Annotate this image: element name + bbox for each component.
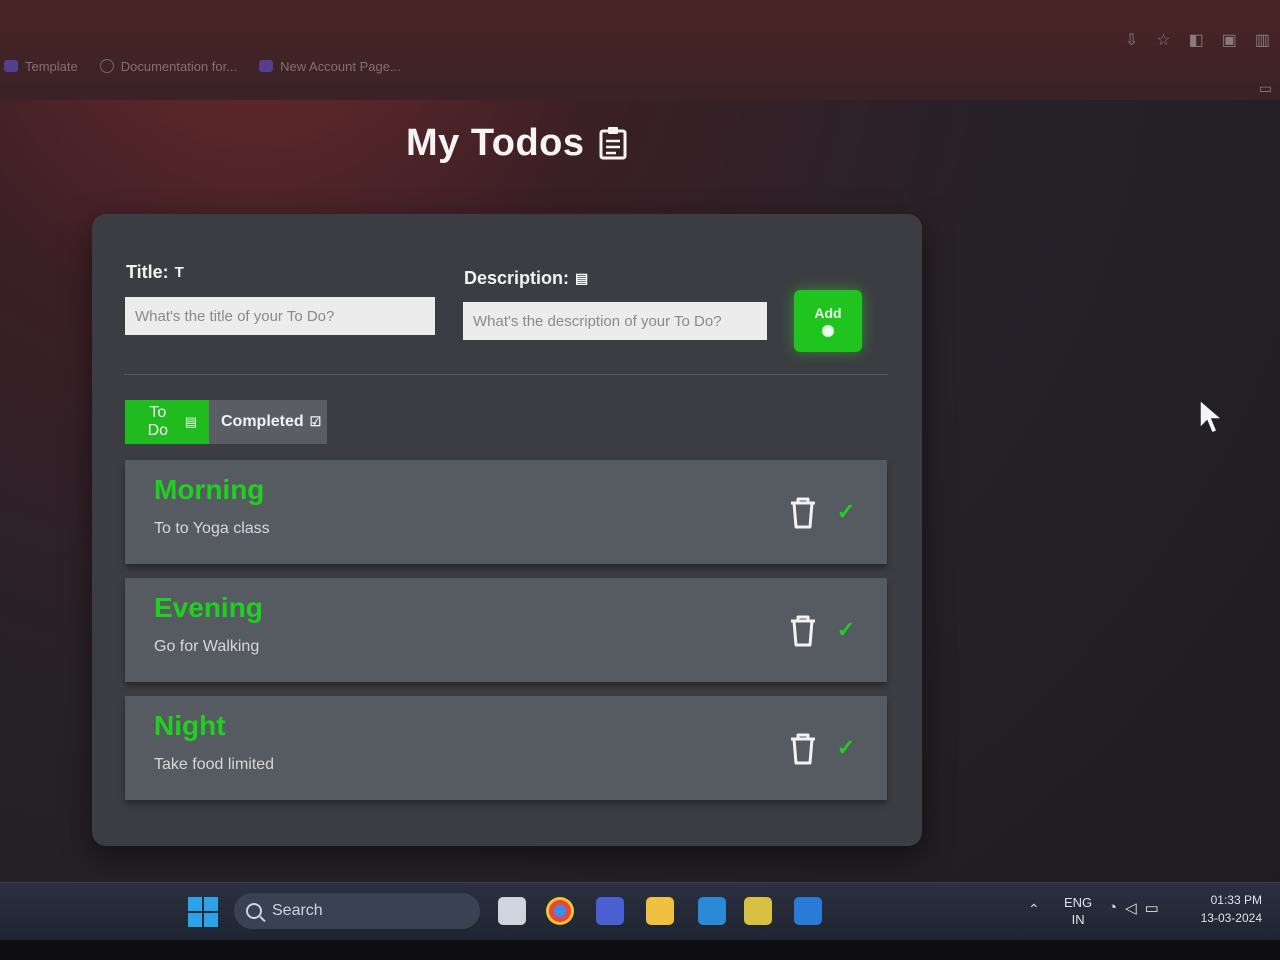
- app-icon: [259, 60, 274, 72]
- trash-icon[interactable]: [787, 496, 819, 530]
- description-label: Description: ▤: [464, 268, 589, 288]
- description-input[interactable]: [463, 302, 767, 340]
- clock[interactable]: 01:33 PM 13-03-2024: [1192, 891, 1262, 927]
- page-title-text: My Todos: [406, 121, 585, 164]
- tab-label: To Do: [147, 404, 169, 439]
- file-explorer-icon[interactable]: [646, 897, 674, 925]
- todo-title: Evening: [154, 592, 263, 623]
- bookmark-label: Documentation for...: [120, 58, 238, 74]
- vscode-icon[interactable]: [794, 897, 822, 925]
- task-view-icon[interactable]: [498, 897, 526, 925]
- todo-item: Evening Go for Walking ✓: [125, 578, 887, 682]
- title-label: Title: T: [126, 262, 184, 282]
- teams-work-icon[interactable]: [698, 897, 726, 925]
- battery-icon: ▭: [1144, 900, 1159, 917]
- todo-description: To to Yoga class: [154, 520, 270, 537]
- todo-card: Title: T Description: ▤ Add To Do ▤ Comp…: [92, 214, 922, 846]
- check-icon[interactable]: ✓: [833, 498, 859, 526]
- check-icon[interactable]: ✓: [833, 734, 859, 762]
- bookmark-item[interactable]: Template: [4, 59, 78, 74]
- todo-title: Morning: [154, 474, 265, 505]
- system-tray[interactable]: ◔ ◁ ▭: [1108, 899, 1159, 917]
- search-label: Search: [272, 902, 323, 919]
- todo-item: Morning To to Yoga class ✓: [125, 460, 887, 564]
- bookmarks-bar: Template Documentation for... New Accoun…: [0, 52, 1280, 80]
- todo-description: Go for Walking: [154, 638, 260, 655]
- store-icon[interactable]: [744, 897, 772, 925]
- clipboard-icon: [599, 126, 627, 160]
- chevron-up-icon[interactable]: ⌃: [1028, 901, 1040, 918]
- tab-bar: To Do ▤ Completed ☑: [125, 400, 327, 444]
- trash-icon[interactable]: [787, 614, 819, 648]
- globe-icon: [99, 59, 114, 73]
- bookmark-label: Template: [25, 58, 78, 74]
- page-title: My Todos: [406, 118, 627, 168]
- add-button[interactable]: Add: [794, 290, 862, 352]
- bookmark-item[interactable]: Documentation for...: [99, 58, 238, 74]
- todo-item: Night Take food limited ✓: [125, 696, 887, 800]
- chrome-icon[interactable]: [546, 897, 574, 925]
- todo-title: Night: [154, 710, 226, 741]
- message-icon: ▤: [575, 270, 589, 286]
- todo-description: Take food limited: [154, 756, 275, 773]
- add-circle-icon: [822, 325, 834, 337]
- trash-icon[interactable]: [787, 732, 819, 766]
- bookmark-label: New Account Page...: [280, 58, 401, 74]
- title-input[interactable]: [125, 297, 435, 335]
- wifi-icon: ◔: [1108, 899, 1118, 916]
- folder-icon[interactable]: ▭: [1259, 80, 1272, 97]
- tab-label: Completed: [221, 413, 304, 430]
- tab-todo[interactable]: To Do ▤: [125, 400, 209, 444]
- star-icon[interactable]: ☆: [1156, 30, 1170, 50]
- list-icon: ▤: [184, 414, 197, 429]
- screen-bezel: [0, 940, 1280, 960]
- mouse-cursor-icon: [1199, 398, 1224, 434]
- bookmark-item[interactable]: New Account Page...: [259, 59, 401, 74]
- taskbar-search[interactable]: Search: [234, 893, 480, 929]
- browser-chrome: Template Documentation for... New Accoun…: [0, 0, 1280, 100]
- app-icon: [4, 60, 18, 72]
- windows-start-icon[interactable]: [188, 897, 218, 927]
- teams-icon[interactable]: [596, 897, 624, 925]
- language-indicator[interactable]: ENG IN: [1064, 894, 1092, 928]
- text-icon: T: [174, 264, 184, 281]
- extension-icon[interactable]: ◧: [1189, 30, 1204, 50]
- checkbox-icon: ☑: [309, 414, 322, 429]
- puzzle-icon[interactable]: ▣: [1222, 30, 1237, 50]
- todo-list: Morning To to Yoga class ✓ Evening Go fo…: [125, 460, 887, 814]
- volume-icon: ◁: [1125, 900, 1137, 917]
- search-icon: [246, 903, 262, 919]
- add-button-label: Add: [814, 305, 842, 321]
- browser-toolbar-icons: ⇩ ☆ ◧ ▣ ▥: [1125, 30, 1270, 50]
- install-icon[interactable]: ⇩: [1125, 30, 1138, 50]
- taskbar: Search ⌃ ENG IN ◔ ◁ ▭ 01:33 PM 13-03-202…: [0, 882, 1280, 940]
- sidebar-icon[interactable]: ▥: [1255, 30, 1270, 50]
- tab-completed[interactable]: Completed ☑: [209, 400, 327, 444]
- check-icon[interactable]: ✓: [833, 616, 859, 644]
- divider: [124, 374, 888, 375]
